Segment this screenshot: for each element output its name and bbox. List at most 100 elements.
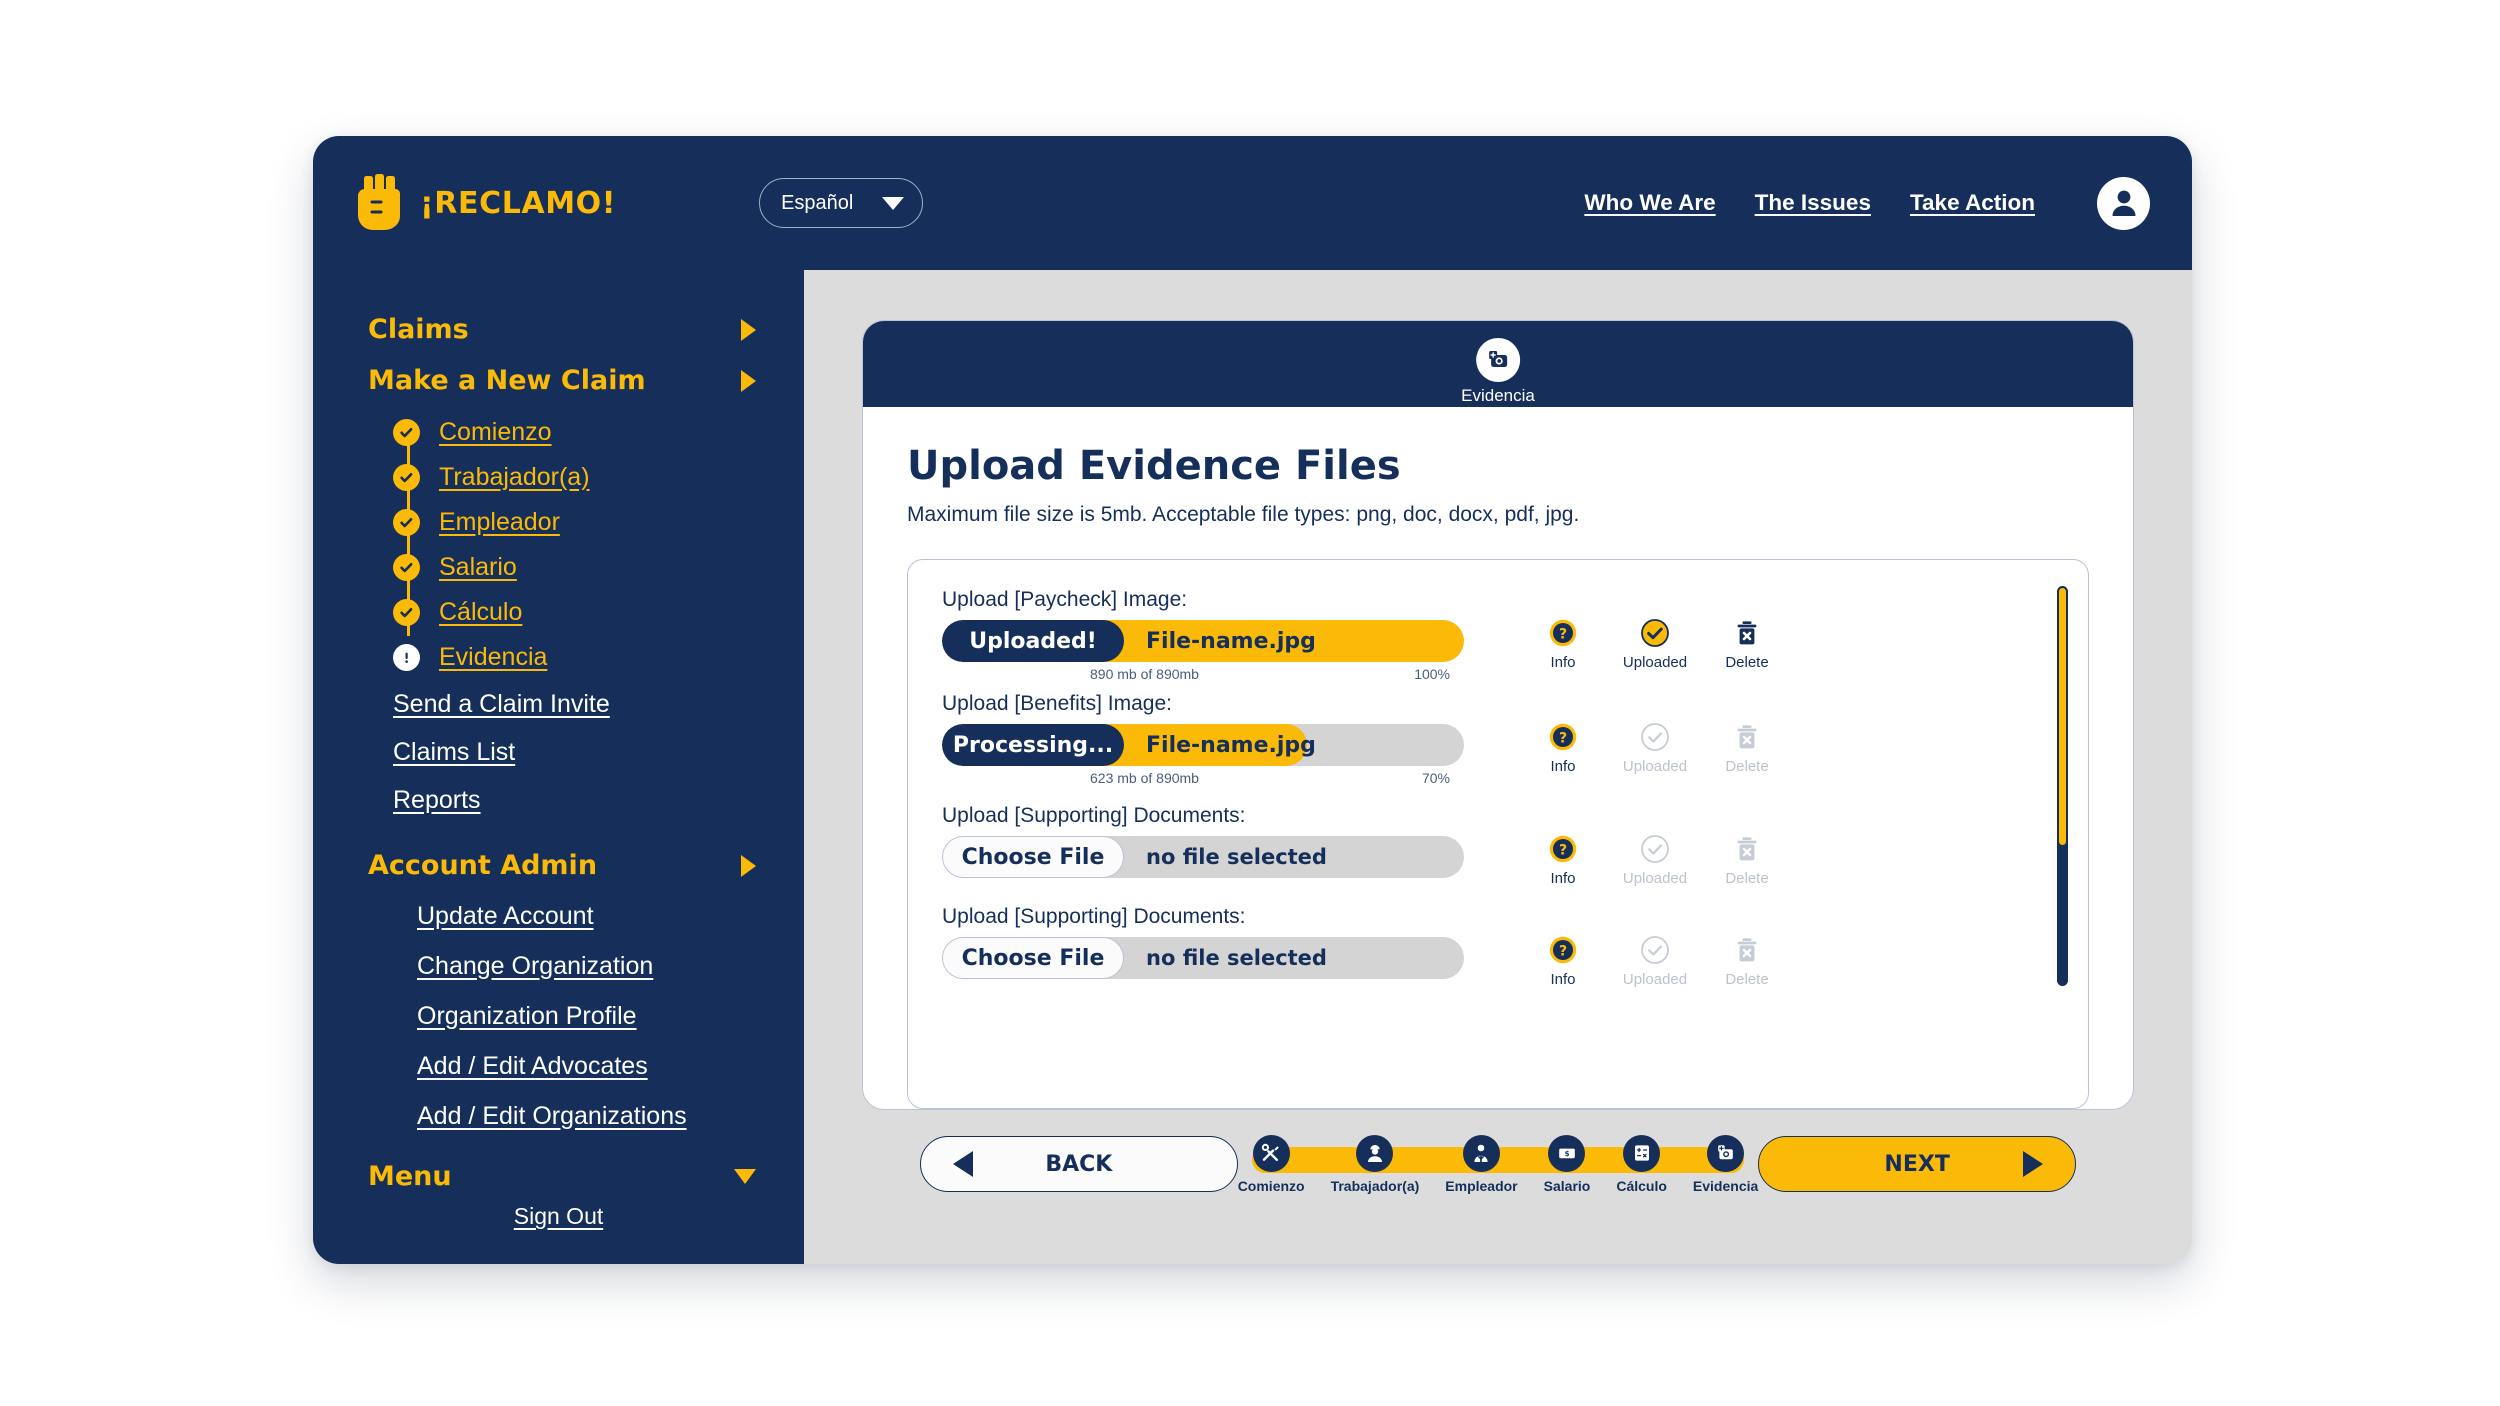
upload-row-control: Upload [Benefits] Image: Processing... F…	[942, 692, 1464, 786]
upload-panel: Upload [Paycheck] Image: Uploaded! File-…	[907, 559, 2089, 1109]
upload-progress-control[interactable]: Uploaded! File-name.jpg	[942, 620, 1464, 662]
upload-panel-scroll-thumb[interactable]	[2059, 588, 2066, 846]
stepper-step-label: Evidencia	[1692, 1177, 1759, 1194]
sidebar-group-menu[interactable]: Menu	[313, 1151, 804, 1202]
worker-icon	[1356, 1134, 1394, 1172]
sidebar-item-organization-profile[interactable]: Organization Profile	[313, 991, 804, 1041]
check-circle-icon	[393, 599, 420, 626]
language-selector[interactable]: Español	[759, 178, 924, 228]
sidebar-item-label[interactable]: Send a Claim Invite	[393, 690, 610, 719]
delete-action-label: Delete	[1725, 758, 1769, 775]
delete-action[interactable]: Delete	[1720, 616, 1774, 671]
sidebar-item-change-organization[interactable]: Change Organization	[313, 941, 804, 991]
sidebar-step-label[interactable]: Evidencia	[439, 643, 547, 672]
back-button[interactable]: BACK	[920, 1136, 1238, 1192]
sidebar-item-send-a-claim-invite[interactable]: Send a Claim Invite	[313, 680, 804, 728]
sidebar-group-claims[interactable]: Claims	[313, 304, 804, 355]
sidebar-group-account-admin[interactable]: Account Admin	[313, 840, 804, 891]
sidebar-step-calculo[interactable]: Cálculo	[393, 590, 804, 635]
upload-percent-text: 100%	[1414, 666, 1450, 682]
sidebar-item-label[interactable]: Claims List	[393, 738, 515, 767]
stepper-step-calculo[interactable]: Cálculo	[1616, 1134, 1667, 1194]
check-circle-icon	[1640, 832, 1670, 866]
nav-link-the-issues[interactable]: The Issues	[1755, 190, 1871, 216]
info-action[interactable]: ? Info	[1536, 616, 1590, 671]
uploaded-action: Uploaded	[1623, 720, 1687, 775]
sidebar-step-label[interactable]: Comienzo	[439, 418, 552, 447]
upload-filename: File-name.jpg	[1146, 628, 1316, 654]
choose-file-button[interactable]: Choose File	[942, 937, 1124, 979]
info-action[interactable]: ? Info	[1536, 720, 1590, 775]
page-subtitle: Maximum file size is 5mb. Acceptable fil…	[907, 503, 1580, 526]
upload-status-button[interactable]: Uploaded!	[942, 620, 1124, 662]
delete-action-label: Delete	[1725, 654, 1769, 671]
sidebar-item-label[interactable]: Reports	[393, 786, 481, 815]
sidebar-item-label[interactable]: Add / Edit Advocates	[417, 1052, 648, 1081]
check-circle-icon	[393, 554, 420, 581]
upload-row: Upload [Paycheck] Image: Uploaded! File-…	[942, 588, 2054, 682]
svg-text:?: ?	[1559, 731, 1567, 747]
info-action[interactable]: ? Info	[1536, 933, 1590, 988]
sidebar: Claims Make a New Claim Comienzo Trabaja…	[313, 270, 804, 1264]
triangle-right-icon	[2022, 1151, 2043, 1177]
check-circle-icon	[393, 464, 420, 491]
stepper-step-evidencia[interactable]: Evidencia	[1692, 1134, 1759, 1194]
stepper-step-trabajador[interactable]: Trabajador(a)	[1331, 1134, 1419, 1194]
upload-progress-control[interactable]: Processing... File-name.jpg	[942, 724, 1464, 766]
delete-action: Delete	[1720, 720, 1774, 775]
sidebar-item-label[interactable]: Add / Edit Organizations	[417, 1102, 687, 1131]
top-bar: ¡RECLAMO! Español Who We Are The Issues …	[313, 136, 2192, 270]
file-input-control[interactable]: Choose File no file selected	[942, 836, 1464, 878]
sidebar-step-empleador[interactable]: Empleador	[393, 500, 804, 545]
sidebar-step-label[interactable]: Cálculo	[439, 598, 522, 627]
upload-status-button[interactable]: Processing...	[942, 724, 1124, 766]
sidebar-item-add-edit-advocates[interactable]: Add / Edit Advocates	[313, 1041, 804, 1091]
question-circle-icon: ?	[1548, 933, 1578, 967]
stepper-items: Comienzo Trabajador(a) Empleador $ Salar…	[1238, 1134, 1759, 1194]
caret-right-icon	[741, 318, 756, 341]
sidebar-item-label[interactable]: Change Organization	[417, 952, 653, 981]
upload-row: Upload [Supporting] Documents: Choose Fi…	[942, 804, 2054, 887]
upload-row-actions: ? Info Uploaded Delete	[1536, 588, 1774, 671]
sidebar-step-label[interactable]: Empleador	[439, 508, 560, 537]
choose-file-button[interactable]: Choose File	[942, 836, 1124, 878]
uploaded-action: Uploaded	[1623, 832, 1687, 887]
sidebar-step-evidencia[interactable]: Evidencia	[393, 635, 804, 680]
bottom-navigation: BACK Comienzo Trabajador(a) Empleador $ …	[862, 1110, 2134, 1218]
sidebar-item-claims-list[interactable]: Claims List	[313, 728, 804, 776]
brand-logo[interactable]: ¡RECLAMO!	[352, 174, 616, 232]
trash-icon	[1732, 832, 1762, 866]
sidebar-group-make-a-new-claim[interactable]: Make a New Claim	[313, 355, 804, 406]
file-input-control[interactable]: Choose File no file selected	[942, 937, 1464, 979]
upload-progress-meta: 890 mb of 890mb 100%	[942, 662, 1464, 682]
sidebar-item-label[interactable]: Update Account	[417, 902, 594, 931]
sidebar-item-update-account[interactable]: Update Account	[313, 891, 804, 941]
stepper-step-salario[interactable]: $ Salario	[1544, 1134, 1590, 1194]
sidebar-item-label[interactable]: Organization Profile	[417, 1002, 637, 1031]
next-button[interactable]: NEXT	[1758, 1136, 2076, 1192]
question-circle-icon: ?	[1548, 720, 1578, 754]
sidebar-step-label[interactable]: Salario	[439, 553, 517, 582]
raised-fist-icon	[358, 174, 400, 230]
nav-link-take-action[interactable]: Take Action	[1910, 190, 2035, 216]
stepper-step-comienzo[interactable]: Comienzo	[1238, 1134, 1305, 1194]
nav-link-who-we-are[interactable]: Who We Are	[1584, 190, 1715, 216]
svg-text:$: $	[1565, 1150, 1570, 1158]
upload-row: Upload [Benefits] Image: Processing... F…	[942, 692, 2054, 786]
check-circle-icon	[393, 419, 420, 446]
sidebar-item-add-edit-organizations[interactable]: Add / Edit Organizations	[313, 1091, 804, 1141]
uploaded-action: Uploaded	[1623, 933, 1687, 988]
sidebar-step-trabajador[interactable]: Trabajador(a)	[393, 455, 804, 500]
sidebar-step-comienzo[interactable]: Comienzo	[393, 410, 804, 455]
avatar[interactable]	[2097, 176, 2150, 230]
upload-row-actions: ? Info Uploaded Delete	[1536, 804, 1774, 887]
upload-panel-scrollbar[interactable]	[2057, 586, 2068, 986]
info-action[interactable]: ? Info	[1536, 832, 1590, 887]
sidebar-step-salario[interactable]: Salario	[393, 545, 804, 590]
stepper-step-empleador[interactable]: Empleador	[1445, 1134, 1518, 1194]
sidebar-item-reports[interactable]: Reports	[313, 776, 804, 824]
uploaded-action[interactable]: Uploaded	[1623, 616, 1687, 671]
sidebar-step-label[interactable]: Trabajador(a)	[439, 463, 590, 492]
sign-out-link[interactable]: Sign Out	[514, 1203, 604, 1229]
info-action-label: Info	[1550, 654, 1576, 671]
